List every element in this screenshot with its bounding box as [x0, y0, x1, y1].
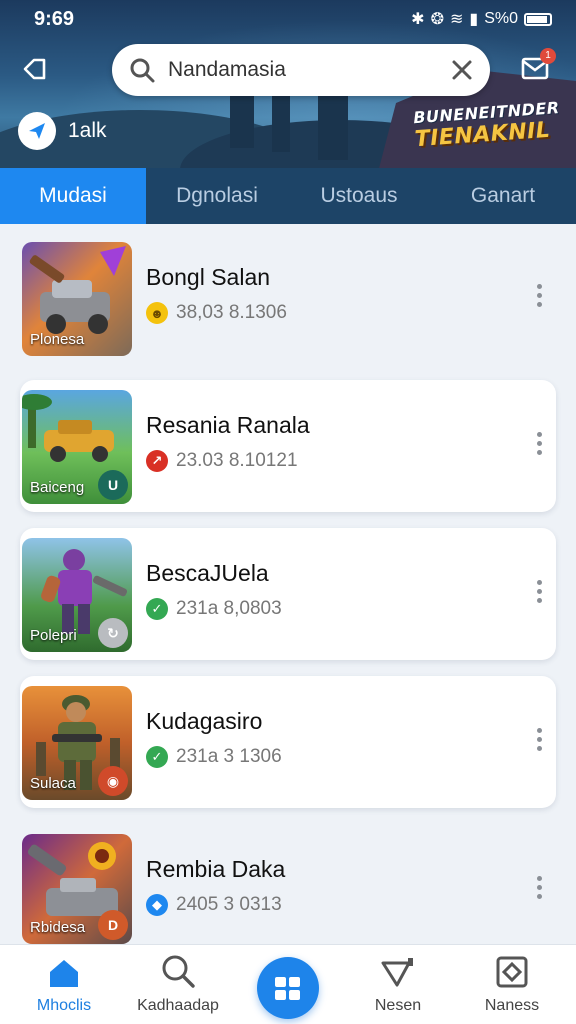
game-thumbnail: Baiceng U [22, 390, 132, 504]
list-item[interactable]: Rbidesa D Rembia Daka ◆ 2405 3 0313 [20, 824, 556, 944]
avatar [18, 112, 56, 150]
tab-bar: Mudasi Dgnolasi Ustoaus Ganart [0, 168, 576, 224]
item-meta: 231a 8,0803 [176, 598, 282, 619]
check-icon: ✓ [146, 746, 168, 768]
status-time: 9:69 [34, 8, 75, 30]
alert-icon: ↗ [146, 450, 168, 472]
nav-search[interactable]: Kadhaadap [128, 945, 228, 1024]
search-bar[interactable]: Nandamasia [112, 44, 490, 96]
wifi-icon: ≋ [449, 11, 464, 28]
more-options-icon[interactable] [534, 284, 544, 307]
list-item[interactable]: Plonesa Bongl Salan ☻ 38,03 8.1306 [20, 232, 556, 364]
send-icon [381, 958, 413, 987]
tab-dgnolasi[interactable]: Dgnolasi [146, 168, 288, 224]
battery-text: S%0 [484, 10, 518, 27]
check-icon: ✓ [146, 598, 168, 620]
thumbnail-label: Baiceng [30, 479, 85, 496]
nav-send[interactable]: Nesen [348, 945, 448, 1024]
list-item[interactable]: Baiceng U Resania Ranala ↗ 23.03 8.10121 [20, 380, 556, 512]
header-banner: BUNENEITNDER TIENAKNIL 9:69 ✱ ❂ ≋ ▮ S%0 … [0, 0, 576, 168]
thumbnail-label: Sulaca [30, 775, 76, 792]
item-title: Rembia Daka [146, 856, 286, 882]
more-options-icon[interactable] [534, 580, 544, 603]
item-meta: 231a 3 1306 [176, 746, 282, 767]
tab-ustoaus[interactable]: Ustoaus [288, 168, 430, 224]
home-icon [50, 960, 78, 987]
list-item[interactable]: Polepri ↻ BescaJUela ✓ 231a 8,0803 [20, 528, 556, 660]
apps-grid-icon [275, 977, 300, 1000]
item-title: Kudagasiro [146, 708, 263, 734]
clear-icon[interactable] [450, 58, 474, 82]
back-button[interactable] [18, 52, 52, 86]
search-icon [130, 58, 155, 83]
item-title: Resania Ranala [146, 412, 310, 438]
item-title: BescaJUela [146, 560, 269, 586]
nav-home[interactable]: Mhoclis [14, 945, 114, 1024]
notification-badge: 1 [540, 48, 556, 64]
thumbnail-label: Polepri [30, 627, 77, 644]
center-action-button[interactable] [257, 957, 319, 1019]
bottom-navigation: Mhoclis Kadhaadap Nesen Naness [0, 944, 576, 1024]
tab-mudasi[interactable]: Mudasi [0, 168, 146, 224]
item-meta: 2405 3 0313 [176, 894, 282, 915]
game-thumbnail: Plonesa [22, 242, 132, 356]
list-item[interactable]: Sulaca ◉ Kudagasiro ✓ 231a 3 1306 [20, 676, 556, 808]
tag-back-icon [23, 58, 46, 80]
bluetooth-icon: ✱ [411, 11, 425, 28]
game-list: Plonesa Bongl Salan ☻ 38,03 8.1306 Baice… [0, 224, 576, 944]
smile-icon: ☻ [146, 302, 168, 324]
badge-icon: D [98, 910, 128, 940]
badge-icon: U [98, 470, 128, 500]
more-options-icon[interactable] [534, 876, 544, 899]
nav-home-label: Mhoclis [36, 997, 92, 1014]
profile-chip[interactable]: 1alk [18, 112, 107, 150]
refresh-icon: ↻ [98, 618, 128, 648]
shield-icon: ◉ [98, 766, 128, 796]
battery-icon [524, 12, 552, 26]
signal-icon: ▮ [469, 11, 479, 28]
game-thumbnail: Sulaca ◉ [22, 686, 132, 800]
more-options-icon[interactable] [534, 432, 544, 455]
nav-box-label: Naness [484, 997, 540, 1014]
diamond-icon: ◆ [146, 894, 168, 916]
inbox-button[interactable]: 1 [520, 48, 556, 86]
thumbnail-label: Rbidesa [30, 919, 86, 936]
tab-ganart[interactable]: Ganart [430, 168, 576, 224]
search-icon [162, 955, 195, 988]
nav-search-label: Kadhaadap [137, 997, 219, 1014]
status-bar: 9:69 ✱ ❂ ≋ ▮ S%0 [0, 6, 576, 32]
game-thumbnail: Polepri ↻ [22, 538, 132, 652]
nav-send-label: Nesen [374, 997, 422, 1014]
box-icon [496, 956, 528, 988]
item-meta: 38,03 8.1306 [176, 302, 287, 323]
game-thumbnail: Rbidesa D [22, 834, 132, 944]
more-options-icon[interactable] [534, 728, 544, 751]
nav-box[interactable]: Naness [462, 945, 562, 1024]
item-meta: 23.03 8.10121 [176, 450, 298, 471]
search-input[interactable]: Nandamasia [168, 58, 450, 82]
item-title: Bongl Salan [146, 264, 271, 290]
profile-name: 1alk [68, 119, 107, 142]
thumbnail-label: Plonesa [30, 331, 85, 348]
send-icon [29, 123, 45, 139]
alarm-icon: ❂ [430, 11, 444, 28]
